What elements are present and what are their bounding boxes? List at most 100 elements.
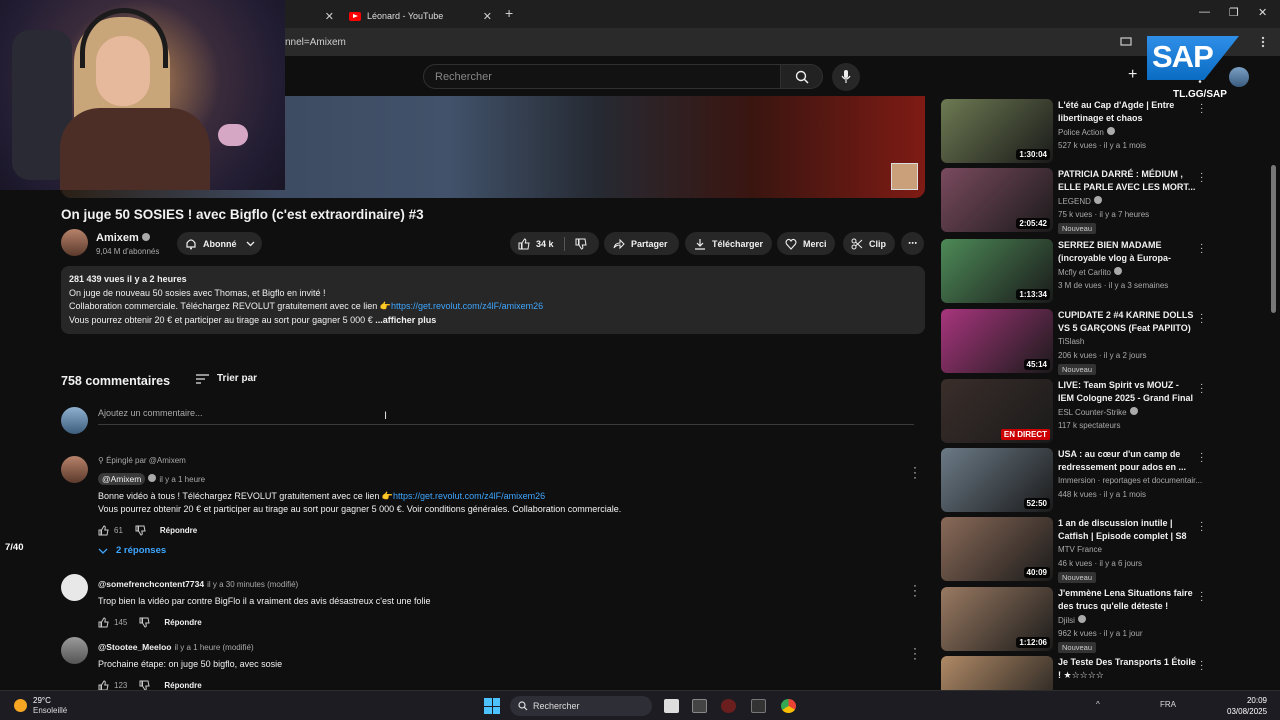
channel-name-text[interactable]: Police Action xyxy=(1058,128,1104,137)
channel-name-text[interactable]: Djilsi xyxy=(1058,616,1075,625)
comment-time[interactable]: il y a 1 heure xyxy=(159,475,205,484)
video-title[interactable]: PATRICIA DARRÉ : MÉDIUM , ELLE PARLE AVE… xyxy=(1058,168,1196,194)
comment-author[interactable]: @Stootee_Meeloo xyxy=(98,642,171,652)
channel-name-text[interactable]: Immersion · reportages et documentair... xyxy=(1058,476,1202,485)
video-thumbnail[interactable]: 1:13:34 xyxy=(941,239,1053,303)
minimize-button[interactable]: — xyxy=(1199,6,1210,18)
revolut-link[interactable]: https://get.revolut.com/z4lF/amixem26 xyxy=(391,301,543,311)
recommended-video[interactable]: 1:30:04 L'été au Cap d'Agde | Entre liber… xyxy=(941,99,1221,163)
video-title[interactable]: LIVE: Team Spirit vs MOUZ - IEM Cologne … xyxy=(1058,379,1196,405)
video-menu-icon[interactable]: · · · xyxy=(1200,518,1203,536)
thanks-button[interactable]: Merci xyxy=(777,232,835,255)
channel-name-text[interactable]: Amixem xyxy=(96,232,139,244)
comment-avatar[interactable] xyxy=(61,637,88,664)
like-icon[interactable] xyxy=(98,616,109,628)
page-scrollbar[interactable] xyxy=(1271,165,1276,313)
restore-button[interactable]: ❐ xyxy=(1229,6,1239,19)
tab-previous[interactable]: ✕ xyxy=(285,4,340,28)
sun-icon[interactable] xyxy=(14,699,27,712)
video-menu-icon[interactable]: · · · xyxy=(1200,588,1203,606)
video-title[interactable]: J'emmène Lena Situations faire des trucs… xyxy=(1058,587,1196,613)
create-button[interactable]: + xyxy=(1128,66,1137,84)
dislike-icon[interactable] xyxy=(139,617,150,628)
like-icon[interactable] xyxy=(98,679,109,691)
sort-button[interactable]: Trier par xyxy=(196,373,257,384)
channel-name[interactable]: Mcfly et Carlito xyxy=(1058,267,1122,277)
channel-avatar[interactable] xyxy=(61,229,88,256)
comment-author[interactable]: @Amixem xyxy=(98,473,146,485)
chrome-icon[interactable] xyxy=(781,699,796,713)
close-window-button[interactable]: ✕ xyxy=(1258,6,1267,19)
subscribed-button[interactable]: Abonné xyxy=(177,232,262,255)
like-icon[interactable] xyxy=(98,524,109,536)
weather-condition[interactable]: Ensoleillé xyxy=(33,706,67,715)
recommended-video[interactable]: EN DIRECT LIVE: Team Spirit vs MOUZ - IEM… xyxy=(941,379,1221,443)
language-indicator[interactable]: FRA xyxy=(1160,700,1176,709)
windows-start-icon[interactable] xyxy=(484,698,500,714)
system-clock[interactable]: 20:09 03/08/2025 xyxy=(1227,695,1267,717)
more-actions-button[interactable]: ⋯ xyxy=(901,232,924,255)
channel-name-text[interactable]: TiSlash xyxy=(1058,337,1084,346)
xbox-icon[interactable] xyxy=(692,699,707,713)
account-avatar[interactable] xyxy=(1229,67,1249,87)
channel-name[interactable]: Djilsi xyxy=(1058,615,1086,625)
dislike-icon[interactable] xyxy=(139,680,150,691)
channel-name-text[interactable]: ESL Counter-Strike xyxy=(1058,408,1127,417)
tab-youtube[interactable]: Léonard - YouTube ✕ xyxy=(343,4,498,28)
video-menu-icon[interactable]: · · · xyxy=(1200,310,1203,328)
video-menu-icon[interactable]: · · · xyxy=(1200,169,1203,187)
video-menu-icon[interactable]: · · · xyxy=(1200,657,1203,675)
video-thumbnail[interactable]: 1:12:06 xyxy=(941,587,1053,651)
video-thumbnail[interactable]: 45:14 xyxy=(941,309,1053,373)
recommended-video[interactable]: 2:05:42 PATRICIA DARRÉ : MÉDIUM , ELLE PA… xyxy=(941,168,1221,234)
tab-close-icon[interactable]: ✕ xyxy=(325,10,334,23)
channel-name[interactable]: Immersion · reportages et documentair... xyxy=(1058,476,1202,485)
comment-menu-icon[interactable]: · · · xyxy=(913,461,917,483)
channel-name[interactable]: ESL Counter-Strike xyxy=(1058,407,1138,417)
taskbar-search[interactable]: Rechercher xyxy=(510,696,652,716)
like-count[interactable]: 34 k xyxy=(536,239,554,249)
voice-search-button[interactable] xyxy=(832,63,860,91)
video-title[interactable]: Je Teste Des Transports 1 Étoile ! ★☆☆☆☆ xyxy=(1058,656,1196,682)
menu-dots-icon[interactable] xyxy=(1257,36,1269,48)
reply-button[interactable]: Répondre xyxy=(164,681,201,690)
tray-overflow-icon[interactable]: ^ xyxy=(1096,700,1100,709)
comment-avatar[interactable] xyxy=(61,456,88,483)
video-title[interactable]: USA : au cœur d'un camp de redressement … xyxy=(1058,448,1196,474)
video-thumbnail[interactable]: 1:30:04 xyxy=(941,99,1053,163)
url-text[interactable]: nnel=Amixem xyxy=(285,37,346,48)
cast-icon[interactable] xyxy=(1120,36,1132,48)
video-menu-icon[interactable]: · · · xyxy=(1200,449,1203,467)
channel-name[interactable]: Police Action xyxy=(1058,127,1115,137)
video-title[interactable]: CUPIDATE 2 #4 KARINE DOLLS VS 5 GARÇONS … xyxy=(1058,309,1196,335)
channel-watermark[interactable] xyxy=(891,163,918,190)
video-thumbnail[interactable]: 2:05:42 xyxy=(941,168,1053,232)
recommended-video[interactable]: 1:13:34 SERREZ BIEN MADAME (incroyable vl… xyxy=(941,239,1221,303)
video-menu-icon[interactable]: · · · xyxy=(1200,100,1203,118)
comment-link[interactable]: https://get.revolut.com/z4lF/amixem26 xyxy=(393,491,545,501)
show-replies-button[interactable]: 2 réponses xyxy=(98,545,898,556)
recommended-video[interactable]: 52:50 USA : au cœur d'un camp de redresse… xyxy=(941,448,1221,512)
dislike-icon[interactable] xyxy=(135,525,146,536)
terminal-icon[interactable] xyxy=(751,699,766,713)
channel-name[interactable]: Amixem xyxy=(96,232,150,244)
download-button[interactable]: Télécharger xyxy=(685,232,772,255)
video-title[interactable]: L'été au Cap d'Agde | Entre libertinage … xyxy=(1058,99,1196,125)
video-thumbnail[interactable]: 40:09 xyxy=(941,517,1053,581)
video-menu-icon[interactable]: · · · xyxy=(1200,380,1203,398)
recommended-video[interactable]: 1:12:06 J'emmène Lena Situations faire de… xyxy=(941,587,1221,653)
add-comment-input[interactable]: Ajoutez un commentaire... xyxy=(98,408,914,425)
video-title[interactable]: 1 an de discussion inutile | Catfish | E… xyxy=(1058,517,1196,543)
channel-name[interactable]: LEGEND xyxy=(1058,196,1102,206)
comment-menu-icon[interactable]: · · · xyxy=(913,579,917,601)
channel-name-text[interactable]: LEGEND xyxy=(1058,197,1091,206)
comment-menu-icon[interactable]: · · · xyxy=(913,642,917,664)
weather-temp[interactable]: 29°C xyxy=(33,696,51,705)
file-explorer-icon[interactable] xyxy=(664,699,679,713)
new-tab-button[interactable]: + xyxy=(505,5,513,21)
recommended-video[interactable]: 40:09 1 an de discussion inutile | Catfis… xyxy=(941,517,1221,583)
video-thumbnail[interactable]: 52:50 xyxy=(941,448,1053,512)
reply-button[interactable]: Répondre xyxy=(164,618,201,627)
channel-name[interactable]: MTV France xyxy=(1058,545,1102,554)
dislike-icon[interactable] xyxy=(575,238,587,250)
